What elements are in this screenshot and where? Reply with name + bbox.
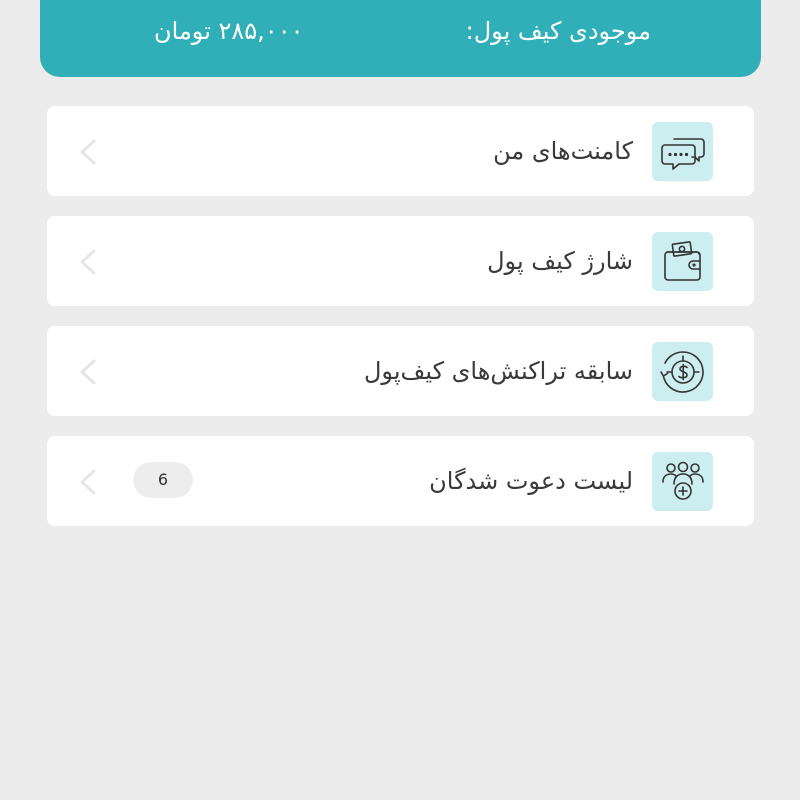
- wallet-icon: [652, 232, 713, 291]
- menu-item-label: سابقه تراکنش‌های کیف‌پول: [363, 357, 633, 385]
- chevron-left-icon: [77, 138, 99, 166]
- wallet-balance-amount: ۲۸۵,۰۰۰ تومان: [154, 17, 304, 45]
- comments-icon: [652, 122, 713, 181]
- transaction-history-icon: [652, 342, 713, 401]
- menu-item-wallet-charge[interactable]: شارژ کیف پول: [47, 216, 754, 306]
- menu-item-label: لیست دعوت شدگان: [429, 467, 633, 495]
- menu-item-label: شارژ کیف پول: [487, 247, 633, 275]
- chevron-left-icon: [77, 358, 99, 386]
- menu-item-label: کامنت‌های من: [493, 137, 633, 165]
- invited-count-badge: 6: [133, 462, 193, 498]
- invited-users-icon: [652, 452, 713, 511]
- wallet-balance-label: موجودی کیف پول:: [465, 17, 651, 45]
- chevron-left-icon: [77, 248, 99, 276]
- menu-item-my-comments[interactable]: کامنت‌های من: [47, 106, 754, 196]
- menu-item-invited-users[interactable]: لیست دعوت شدگان 6: [47, 436, 754, 526]
- wallet-balance-bar: موجودی کیف پول: ۲۸۵,۰۰۰ تومان: [40, 0, 761, 77]
- chevron-left-icon: [77, 468, 99, 496]
- menu-item-transaction-history[interactable]: سابقه تراکنش‌های کیف‌پول: [47, 326, 754, 416]
